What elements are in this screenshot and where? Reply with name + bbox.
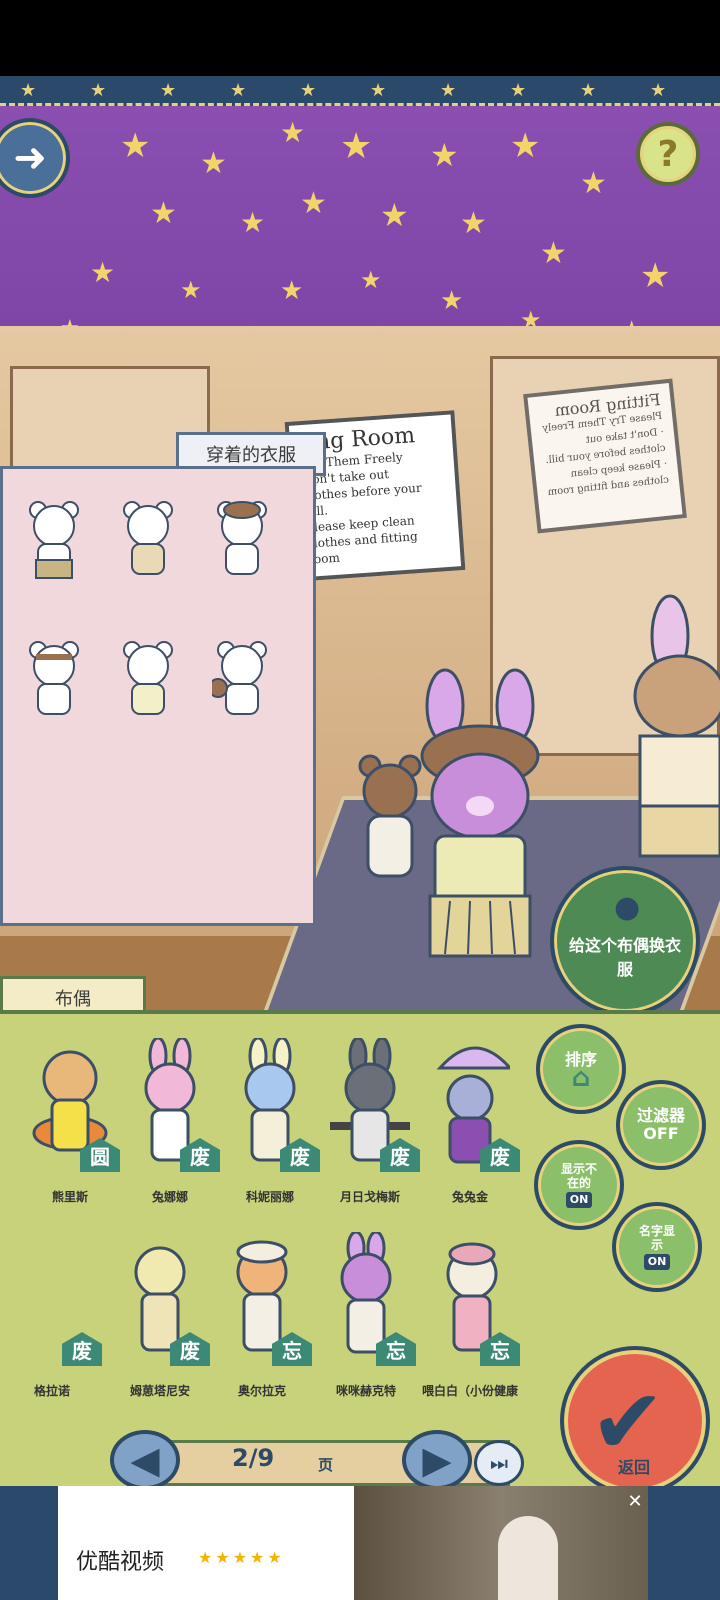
- badge-label: 圆: [90, 1145, 110, 1169]
- badge-label: 忘: [490, 1339, 510, 1363]
- badge-label: 忘: [282, 1339, 302, 1363]
- doll-name: 兔兔金: [451, 1190, 488, 1204]
- skip-to-end-icon: ⏭: [490, 1451, 508, 1475]
- ad-video-person: [498, 1516, 558, 1600]
- doll-name: 奥尔拉克: [237, 1384, 286, 1398]
- filter-button[interactable]: 过滤器 OFF: [616, 1080, 706, 1170]
- starry-ceiling: ★ ★ ★ ★ ★ ★ ★ ★ ★ ★ ★ ★ ★ ★ ★ ★ ★ ★ ★ ★ …: [0, 106, 720, 356]
- doll-card[interactable]: 废 兔兔金: [420, 1038, 520, 1218]
- confirm-label: 返回: [618, 1458, 651, 1477]
- last-page-button[interactable]: ⏭: [474, 1440, 524, 1486]
- badge-label: 废: [72, 1339, 92, 1363]
- ad-rating-stars: ★★★★★: [198, 1548, 285, 1567]
- filter-state: OFF: [643, 1124, 679, 1143]
- show-name-toggle[interactable]: ON: [643, 1254, 671, 1270]
- close-icon: ✕: [627, 1490, 643, 1512]
- arrow-right-icon: ▶: [422, 1438, 452, 1482]
- help-icon: ?: [657, 133, 679, 175]
- page-unit: 页: [318, 1456, 334, 1474]
- house-icon: ⌂: [571, 1063, 591, 1093]
- doll-card[interactable]: 废 姆葸塔尼安: [110, 1232, 210, 1412]
- status-bar: [0, 0, 720, 76]
- bear-head-icon: ●: [614, 890, 641, 925]
- page-number: 2/9: [232, 1444, 275, 1472]
- doll-card[interactable]: 忘 奥尔拉克: [212, 1232, 312, 1412]
- held-teddy-bear: [358, 754, 422, 878]
- page-navigator: ◀ 2/9 页 ▶ ⏭: [110, 1426, 550, 1486]
- badge-label: 废: [190, 1145, 210, 1169]
- show-name-button[interactable]: 名字显示 ON: [612, 1202, 702, 1292]
- doll-card[interactable]: 废 格拉诺: [2, 1232, 102, 1412]
- doll-card[interactable]: 废 科妮丽娜: [220, 1038, 320, 1218]
- badge-label: 废: [290, 1145, 310, 1169]
- house-badge: 废: [62, 1332, 102, 1366]
- badge-label: 废: [180, 1339, 200, 1363]
- game-screen: ★ ★ ★ ★ ★ ★ ★ ★ ★ ★ ★ ★ ★ ★ ★ ★ ★ ★ ★ ★ ★ ★ ★ …: [0, 76, 720, 1486]
- doll-card[interactable]: 圆 熊里斯: [20, 1038, 120, 1218]
- arrow-left-icon: ◀: [130, 1438, 160, 1482]
- badge-label: 废: [390, 1145, 410, 1169]
- doll-card[interactable]: 废 兔娜娜: [120, 1038, 220, 1218]
- clothing-item-teddy[interactable]: [212, 636, 272, 726]
- ad-title: 优酷视频: [76, 1550, 165, 1575]
- top-star-border: ★ ★ ★ ★ ★ ★ ★ ★ ★ ★: [0, 76, 720, 106]
- fitting-room-sign-back: Fitting Room Please Try Them Freely · Do…: [523, 378, 687, 534]
- clothing-item-headband[interactable]: [24, 636, 84, 726]
- doll-name: 格拉诺: [33, 1384, 70, 1398]
- clothes-panel-title: 穿着的衣服: [206, 445, 296, 466]
- show-absent-button[interactable]: 显示不在的 ON: [534, 1140, 624, 1230]
- show-absent-label: 显示不在的: [560, 1162, 597, 1190]
- sort-button[interactable]: 排序 ⌂: [536, 1024, 626, 1114]
- clothing-item-top[interactable]: [118, 636, 178, 726]
- clothing-item-vest[interactable]: [118, 496, 178, 586]
- clothing-item-beret[interactable]: [212, 496, 272, 586]
- worn-clothes-grid: [16, 496, 276, 756]
- show-absent-toggle[interactable]: ON: [565, 1192, 593, 1208]
- badge-label: 废: [490, 1145, 510, 1169]
- doll-card[interactable]: 忘 咪咪赫克特: [316, 1232, 416, 1412]
- help-button[interactable]: ?: [636, 122, 700, 186]
- side-bunny-character: [633, 594, 720, 858]
- ad-close-button[interactable]: ✕: [624, 1490, 646, 1512]
- filter-label: 过滤器: [636, 1106, 685, 1125]
- arrow-right-icon: ➜: [13, 135, 47, 181]
- doll-panel-title: 布偶: [55, 989, 91, 1010]
- previous-page-button[interactable]: ◀: [110, 1430, 180, 1486]
- next-page-button[interactable]: ▶: [402, 1430, 472, 1486]
- ad-banner[interactable]: 优酷视频 ★★★★★ ✕: [58, 1486, 648, 1600]
- doll-name: 喂白白（小份健康: [421, 1384, 518, 1398]
- confirm-return-button[interactable]: ✔ 返回: [560, 1346, 710, 1486]
- dress-this-doll-button[interactable]: ● 给这个布偶换衣服: [550, 866, 700, 1016]
- show-name-label: 名字显示: [638, 1224, 675, 1252]
- badge-label: 忘: [386, 1339, 406, 1363]
- doll-name: 咪咪赫克特: [335, 1384, 396, 1398]
- clothing-item-skirt[interactable]: [24, 496, 84, 586]
- doll-card[interactable]: 废 月日戈梅斯: [320, 1038, 420, 1218]
- doll-card[interactable]: 忘 喂白白（小份健康: [420, 1232, 520, 1412]
